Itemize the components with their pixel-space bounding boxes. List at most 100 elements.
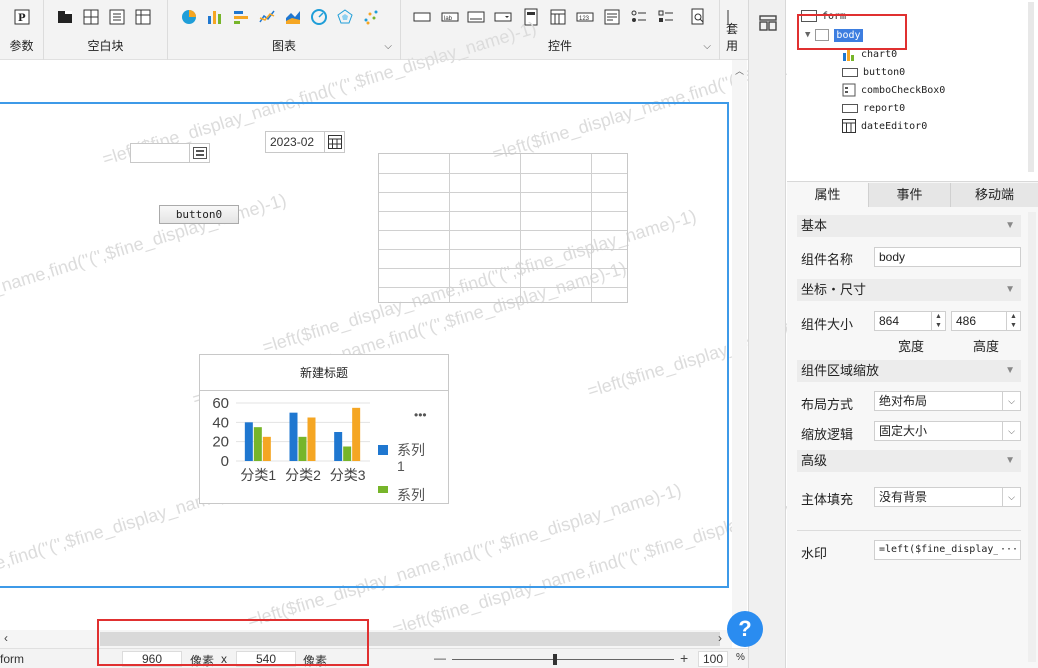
number-widget-icon[interactable]: 123 [576,8,594,26]
expand-arrow-icon[interactable]: ▼ [805,30,810,40]
tree-scrollbar[interactable] [1028,2,1034,172]
chevron-down-icon[interactable]: ⌵ [1002,488,1020,506]
form-icon [801,10,817,22]
tree-item-label: form [822,10,847,22]
watermark-value: =left($fine_display_n [879,544,1006,555]
calendar-icon[interactable] [324,132,344,152]
chevron-down-icon[interactable]: ⌵ [703,41,711,52]
widget-library-icon[interactable] [759,14,777,35]
section-coord-size[interactable]: 坐标・尺寸 ▼ [797,279,1021,301]
split-block-icon[interactable] [82,8,100,26]
svg-text:P: P [18,13,26,24]
height-value: 486 [956,314,977,328]
chevron-down-icon[interactable]: ⌵ [1002,392,1020,410]
scroll-up-icon[interactable]: ︿ [735,64,744,77]
report-widget[interactable] [378,153,628,303]
widget-toolbar: P 参数 空白块 图表 ⌵ lab 123 控件 ⌵ 套用 [0,0,748,60]
grid-block-icon[interactable] [134,8,152,26]
line-chart-icon[interactable] [258,8,276,26]
status-bar: form 960 像素 x 540 像素 — + 100 % [0,648,748,668]
parameter-icon[interactable]: P [13,8,31,26]
more-options-icon: ••• [414,408,427,422]
widget-tree: form ▼ body chart0 button0 comboCheckBox… [787,0,1038,182]
radar-chart-icon[interactable] [336,8,354,26]
vertical-scrollbar[interactable]: ︿ [732,60,747,630]
component-name-input[interactable]: body [874,247,1021,267]
layout-select[interactable]: 绝对布局 ⌵ [874,391,1021,411]
more-options-icon[interactable]: ··· [997,541,1018,559]
date-editor-widget[interactable]: 2023-02 [265,131,345,153]
tree-item-date-editor[interactable]: dateEditor0 [842,118,927,134]
legend-swatch [378,486,388,493]
toolbar-group-label: 空白块 [87,39,124,53]
scatter-chart-icon[interactable] [362,8,380,26]
textarea-widget-icon[interactable] [603,8,621,26]
width-stepper[interactable]: 864 ▲ ▼ [874,311,946,331]
bar-chart-icon[interactable] [206,8,224,26]
tree-item-body[interactable]: ▼ body [805,27,863,43]
body-icon [815,29,830,41]
section-advanced[interactable]: 高级 ▼ [797,450,1021,472]
label-widget-icon[interactable]: lab [441,8,459,26]
height-input[interactable]: 540 [236,651,296,667]
date-widget-icon[interactable] [549,8,567,26]
pie-chart-icon[interactable] [180,8,198,26]
fill-label: 主体填充 [801,492,854,507]
horizontal-bar-icon[interactable] [232,8,250,26]
button-widget-icon[interactable] [467,8,485,26]
stepper-arrows-icon[interactable]: ▲ ▼ [1006,312,1020,330]
tab-mobile[interactable]: 移动端 [951,183,1038,207]
combo-checkbox-widget[interactable] [130,143,210,163]
scroll-left-icon[interactable]: ‹ [4,631,8,645]
horizontal-scrollbar[interactable]: ‹ › [0,630,732,648]
checkbox-group-icon[interactable] [657,8,675,26]
tree-item-chart[interactable]: chart0 [842,46,897,62]
chart-bar [262,436,271,461]
chevron-down-icon[interactable]: ⌵ [384,41,392,52]
panel-scrollbar[interactable] [1028,212,1036,662]
height-stepper[interactable]: 486 ▲ ▼ [951,311,1021,331]
x-tick-label: 分类2 [285,467,321,483]
gauge-chart-icon[interactable] [310,8,328,26]
tree-item-form[interactable]: form [801,8,846,24]
tree-item-report[interactable]: report0 [842,100,905,116]
unit-label: 像素 [303,654,328,668]
section-basic[interactable]: 基本 ▼ [797,215,1021,237]
section-zoom[interactable]: 组件区域缩放 ▼ [797,360,1021,382]
tab-events[interactable]: 事件 [869,183,951,207]
absolute-block-icon[interactable] [108,8,126,26]
zoom-in-button[interactable]: + [680,650,688,666]
collapse-arrow-icon: ▼ [1005,284,1015,295]
scroll-right-icon[interactable]: › [718,631,722,645]
chart0-widget[interactable]: 新建标题 0 20 40 60 分类1 分类2 分类3 ••• 系列 1 系列 [199,354,449,504]
scrollbar-thumb[interactable] [100,632,720,646]
chart-plot: 0204060分类1 分类2 分类3•••系列1系列 [212,395,427,503]
dropdown-widget-icon[interactable] [494,8,512,26]
button0-widget[interactable]: button0 [159,205,239,224]
side-tool-strip [748,0,786,668]
section-title: 组件区域缩放 [801,363,880,378]
tab-block-icon[interactable] [56,8,74,26]
zoom-logic-select[interactable]: 固定大小 ⌵ [874,421,1021,441]
dropdown-list-icon[interactable] [189,144,209,162]
zoom-slider-track[interactable] [452,659,674,660]
toolbar-group-chart: 图表 ⌵ [168,0,401,60]
chevron-down-icon[interactable]: ⌵ [1002,422,1020,440]
radio-group-icon[interactable] [630,8,648,26]
zoom-slider-thumb[interactable] [553,654,557,665]
watermark-input[interactable]: =left($fine_display_n ··· [874,540,1021,560]
list-widget-icon[interactable] [522,8,540,26]
area-chart-icon[interactable] [284,8,302,26]
tab-properties[interactable]: 属性 [787,183,869,207]
tree-item-button[interactable]: button0 [842,64,905,80]
fill-select[interactable]: 没有背景 ⌵ [874,487,1021,507]
legend-label: 系列 [397,442,425,458]
tree-item-combo[interactable]: comboCheckBox0 [842,82,945,98]
zoom-out-button[interactable]: — [434,651,446,665]
help-button[interactable]: ? [727,611,763,647]
text-input-icon[interactable] [413,8,431,26]
width-input[interactable]: 960 [122,651,182,667]
stepper-arrows-icon[interactable]: ▲ ▼ [931,312,945,330]
zoom-input[interactable]: 100 [698,651,728,667]
search-widget-icon[interactable] [689,8,707,26]
